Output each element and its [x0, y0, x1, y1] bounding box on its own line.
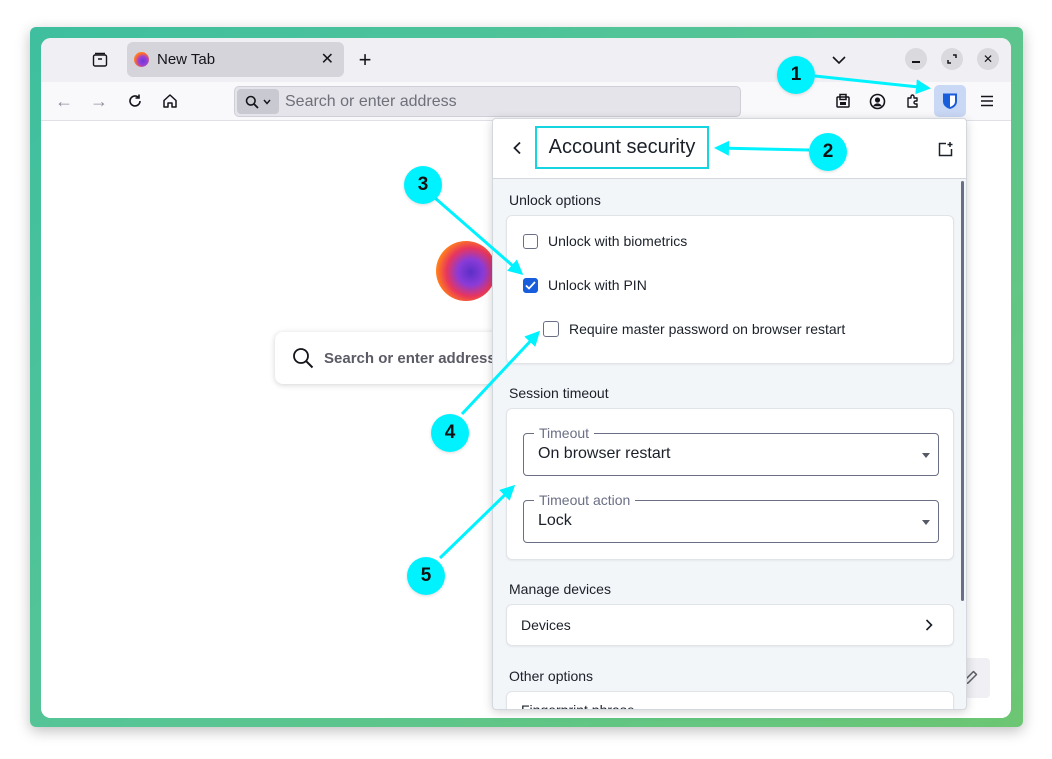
checkmark-icon — [525, 280, 536, 290]
dropdown-caret-icon — [922, 453, 930, 458]
other-options-card: Fingerprint phrase — [506, 691, 954, 709]
back-button[interactable] — [507, 138, 527, 158]
annotation-badge-1: 1 — [777, 56, 815, 94]
minimize-button[interactable] — [905, 48, 927, 70]
back-button[interactable]: ← — [53, 90, 75, 112]
page-title: Account security — [535, 126, 709, 169]
timeout-value: On browser restart — [538, 445, 671, 462]
firefox-view-icon — [92, 52, 108, 67]
close-tab-icon[interactable]: ✕ — [321, 49, 334, 69]
chevron-down-icon — [263, 99, 271, 105]
home-button[interactable] — [159, 90, 181, 112]
home-search-placeholder: Search or enter address — [324, 349, 496, 367]
list-all-tabs-button[interactable] — [828, 49, 850, 71]
require-master-password-option[interactable]: Require master password on browser resta… — [543, 321, 845, 337]
reload-icon — [129, 94, 141, 107]
tab-title: New Tab — [157, 51, 216, 68]
app-menu-button[interactable] — [976, 90, 998, 112]
annotation-badge-3: 3 — [404, 166, 442, 204]
address-input[interactable] — [285, 87, 725, 116]
home-icon — [163, 94, 177, 108]
require-master-password-label: Require master password on browser resta… — [569, 321, 846, 337]
account-button[interactable] — [866, 90, 888, 112]
unlock-biometrics-option[interactable]: Unlock with biometrics — [523, 233, 687, 249]
account-icon — [869, 93, 885, 109]
arrow-right-icon: → — [90, 90, 108, 111]
pop-out-button[interactable] — [934, 138, 956, 160]
fingerprint-phrase-item[interactable]: Fingerprint phrase — [521, 702, 635, 709]
annotation-badge-5: 5 — [407, 557, 445, 595]
firefox-favicon-icon — [134, 52, 149, 67]
navigation-bar: ← → — [41, 82, 1011, 121]
arrow-left-icon: ← — [55, 90, 73, 111]
firefox-logo — [436, 241, 496, 301]
section-label-manage-devices: Manage devices — [509, 581, 611, 597]
hamburger-menu-icon — [981, 95, 993, 107]
annotation-badge-4: 4 — [431, 414, 469, 452]
pop-out-icon — [938, 141, 952, 156]
scrollbar[interactable] — [961, 181, 964, 601]
minimize-icon — [912, 61, 920, 63]
chevron-left-icon — [513, 141, 521, 155]
maximize-icon — [947, 54, 957, 64]
section-label-session-timeout: Session timeout — [509, 385, 609, 401]
chevron-down-icon — [832, 56, 846, 65]
unlock-pin-checkbox[interactable] — [523, 277, 538, 293]
search-icon — [293, 348, 314, 369]
bitwarden-extension-button[interactable] — [934, 85, 966, 117]
annotation-badge-2: 2 — [809, 133, 847, 171]
unlock-biometrics-label: Unlock with biometrics — [548, 233, 688, 249]
unlock-pin-option[interactable]: Unlock with PIN — [523, 277, 647, 293]
timeout-action-value: Lock — [538, 512, 572, 529]
popup-header: Account security — [493, 119, 966, 179]
plus-icon: + — [358, 47, 372, 72]
unlock-options-card: Unlock with biometrics Unlock with PIN R… — [506, 215, 954, 364]
close-window-button[interactable]: ✕ — [977, 48, 999, 70]
reload-button[interactable] — [124, 90, 146, 112]
save-icon — [836, 93, 850, 108]
unlock-biometrics-checkbox[interactable] — [523, 233, 538, 249]
puzzle-icon — [907, 94, 918, 108]
dropdown-caret-icon — [922, 520, 930, 525]
section-label-unlock-options: Unlock options — [509, 192, 601, 208]
save-to-pocket-button[interactable] — [832, 90, 854, 112]
new-tab-button[interactable]: + — [354, 47, 376, 72]
timeout-action-legend: Timeout action — [534, 492, 636, 508]
devices-item[interactable]: Devices — [506, 604, 954, 646]
bitwarden-shield-icon — [943, 93, 957, 109]
search-engine-button[interactable] — [237, 89, 279, 114]
address-bar — [234, 86, 741, 117]
chevron-right-icon — [925, 619, 933, 631]
close-icon: ✕ — [982, 52, 994, 66]
tab-new-tab[interactable]: New Tab ✕ — [127, 42, 344, 77]
unlock-pin-label: Unlock with PIN — [548, 277, 647, 293]
maximize-button[interactable] — [941, 48, 963, 70]
extensions-button[interactable] — [902, 90, 924, 112]
bitwarden-popup: Account security Unlock options Unlock w… — [492, 118, 967, 710]
require-master-password-checkbox[interactable] — [543, 321, 559, 337]
devices-label: Devices — [521, 617, 571, 633]
section-label-other-options: Other options — [509, 668, 594, 684]
forward-button[interactable]: → — [88, 90, 110, 112]
timeout-select[interactable]: Timeout On browser restart — [523, 425, 939, 476]
timeout-action-select[interactable]: Timeout action Lock — [523, 492, 939, 543]
tab-bar: New Tab ✕ + ✕ — [41, 38, 1011, 82]
session-timeout-card: Timeout On browser restart Timeout actio… — [506, 408, 954, 560]
timeout-legend: Timeout — [534, 425, 595, 441]
firefox-view-button[interactable] — [89, 49, 111, 71]
search-icon — [245, 95, 259, 109]
